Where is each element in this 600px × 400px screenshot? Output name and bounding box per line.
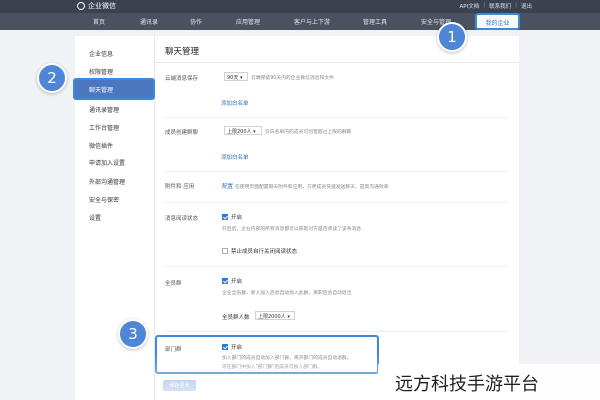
sidebar-item-external[interactable]: 外部沟通管理 (89, 177, 125, 186)
read-status-label: 消息阅读状态 (165, 216, 199, 222)
sidebar-item-contacts-mgmt[interactable]: 通讯录管理 (89, 105, 119, 114)
app-logo[interactable]: 企业微信 (77, 1, 116, 11)
save-button-label: 保存更改 (169, 383, 190, 389)
sidebar-item-chat-mgmt[interactable]: 聊天管理 (73, 78, 155, 100)
all-group-checkbox[interactable] (222, 278, 228, 284)
nav-customers[interactable]: 客户与上下游 (294, 17, 330, 26)
dept-group-highlight (155, 335, 379, 374)
group-desc: 仅白名单内的成员可创建超过上限的群聊 (265, 130, 352, 135)
storage-label: 云端消息保存 (165, 76, 199, 82)
chevron-down-icon: ▾ (239, 75, 243, 81)
watermark-text: 远方科技手游平台 (395, 374, 539, 395)
top-bar: 企业微信 API文档 | 联系我们 | 退出 (0, 0, 600, 13)
all-group-checkbox-label: 开启 (231, 279, 243, 285)
api-docs-link[interactable]: API文档 (460, 2, 480, 10)
forbid-close-read-label: 禁止成员自行关闭阅读状态 (231, 249, 298, 255)
attachment-config-link[interactable]: 配置 (222, 182, 233, 190)
page-title: 聊天管理 (165, 47, 200, 57)
nav-home[interactable]: 首页 (93, 17, 105, 26)
sidebar-item-security[interactable]: 安全与保密 (89, 195, 119, 204)
divider (165, 171, 509, 172)
divider (165, 266, 509, 267)
storage-whitelist-link[interactable]: 添加白名单 (221, 99, 249, 107)
all-group-count-select[interactable]: 上限2000人 ▾ (255, 311, 295, 320)
read-status-checkbox[interactable] (222, 214, 228, 220)
sidebar-item-wechat-plugin[interactable]: 微信插件 (89, 141, 113, 150)
callout-badge-3: 3 (118, 319, 148, 349)
group-whitelist-link[interactable]: 添加白名单 (221, 153, 249, 161)
storage-desc: 云端保留90天内的企业微信消息和文件 (251, 76, 334, 81)
sidebar-item-enterprise-info[interactable]: 企业信息 (89, 49, 113, 58)
watermark: 远方科技手游平台 (378, 364, 600, 400)
chevron-down-icon: ▾ (253, 129, 256, 135)
app-title: 企业微信 (88, 2, 116, 10)
nav-my-enterprise-label: 我的企业 (485, 20, 510, 27)
sidebar-item-workbench[interactable]: 工作台管理 (89, 123, 119, 132)
save-button[interactable]: 保存更改 (163, 380, 196, 391)
divider (165, 331, 509, 332)
sidebar-item-label: 聊天管理 (89, 87, 114, 94)
divider (165, 117, 509, 118)
all-group-desc: 企业全员群，新人加入后会自动加入此群，离职后会自动退出 (222, 291, 352, 296)
sidebar-item-join-settings[interactable]: 申请加入设置 (89, 158, 125, 167)
storage-select[interactable]: 90天 ▾ (224, 72, 248, 81)
storage-select-value: 90天 (227, 75, 239, 81)
nav-apps[interactable]: 应用管理 (236, 17, 260, 26)
divider (155, 62, 519, 63)
contact-link[interactable]: 联系我们 (489, 2, 511, 10)
attachment-label: 附件和 应用 (165, 184, 195, 190)
nav-contacts[interactable]: 通讯录 (140, 17, 158, 26)
group-label: 成员创建群聊 (165, 130, 199, 136)
separator: | (515, 2, 517, 8)
separator: | (483, 2, 486, 8)
read-status-checkbox-label: 开启 (231, 215, 243, 221)
group-limit-value: 上限200人 (227, 129, 252, 135)
chevron-down-icon: ▾ (287, 314, 290, 320)
callout-badge-1: 1 (437, 22, 467, 52)
logout-link[interactable]: 退出 (521, 2, 532, 10)
read-status-desc: 开启后，企业内部的所有消息都可以获取对方是否阅读了该条消息 (222, 227, 362, 232)
wecom-logo-icon (77, 2, 85, 10)
attachment-desc: 在使用页面配置聊天附件和应用，方便成员快速发送聊天，提高沟通效率 (235, 185, 389, 190)
nav-tools[interactable]: 管理工具 (363, 17, 387, 26)
all-group-label: 全员群 (165, 281, 182, 287)
divider (165, 202, 509, 203)
all-group-count-label: 全员群人数 (222, 315, 250, 321)
callout-badge-2: 2 (37, 63, 67, 93)
sidebar-item-settings[interactable]: 设置 (89, 213, 101, 222)
all-group-count-value: 上限2000人 (258, 314, 286, 320)
nav-collab[interactable]: 协作 (190, 17, 202, 26)
forbid-close-read-checkbox[interactable] (222, 248, 228, 254)
top-links: API文档 | 联系我们 | 退出 (460, 2, 532, 10)
sidebar-item-permissions[interactable]: 权限管理 (89, 67, 113, 76)
nav-my-enterprise[interactable]: 我的企业 (475, 13, 520, 30)
group-limit-select[interactable]: 上限200人 ▾ (224, 126, 262, 135)
